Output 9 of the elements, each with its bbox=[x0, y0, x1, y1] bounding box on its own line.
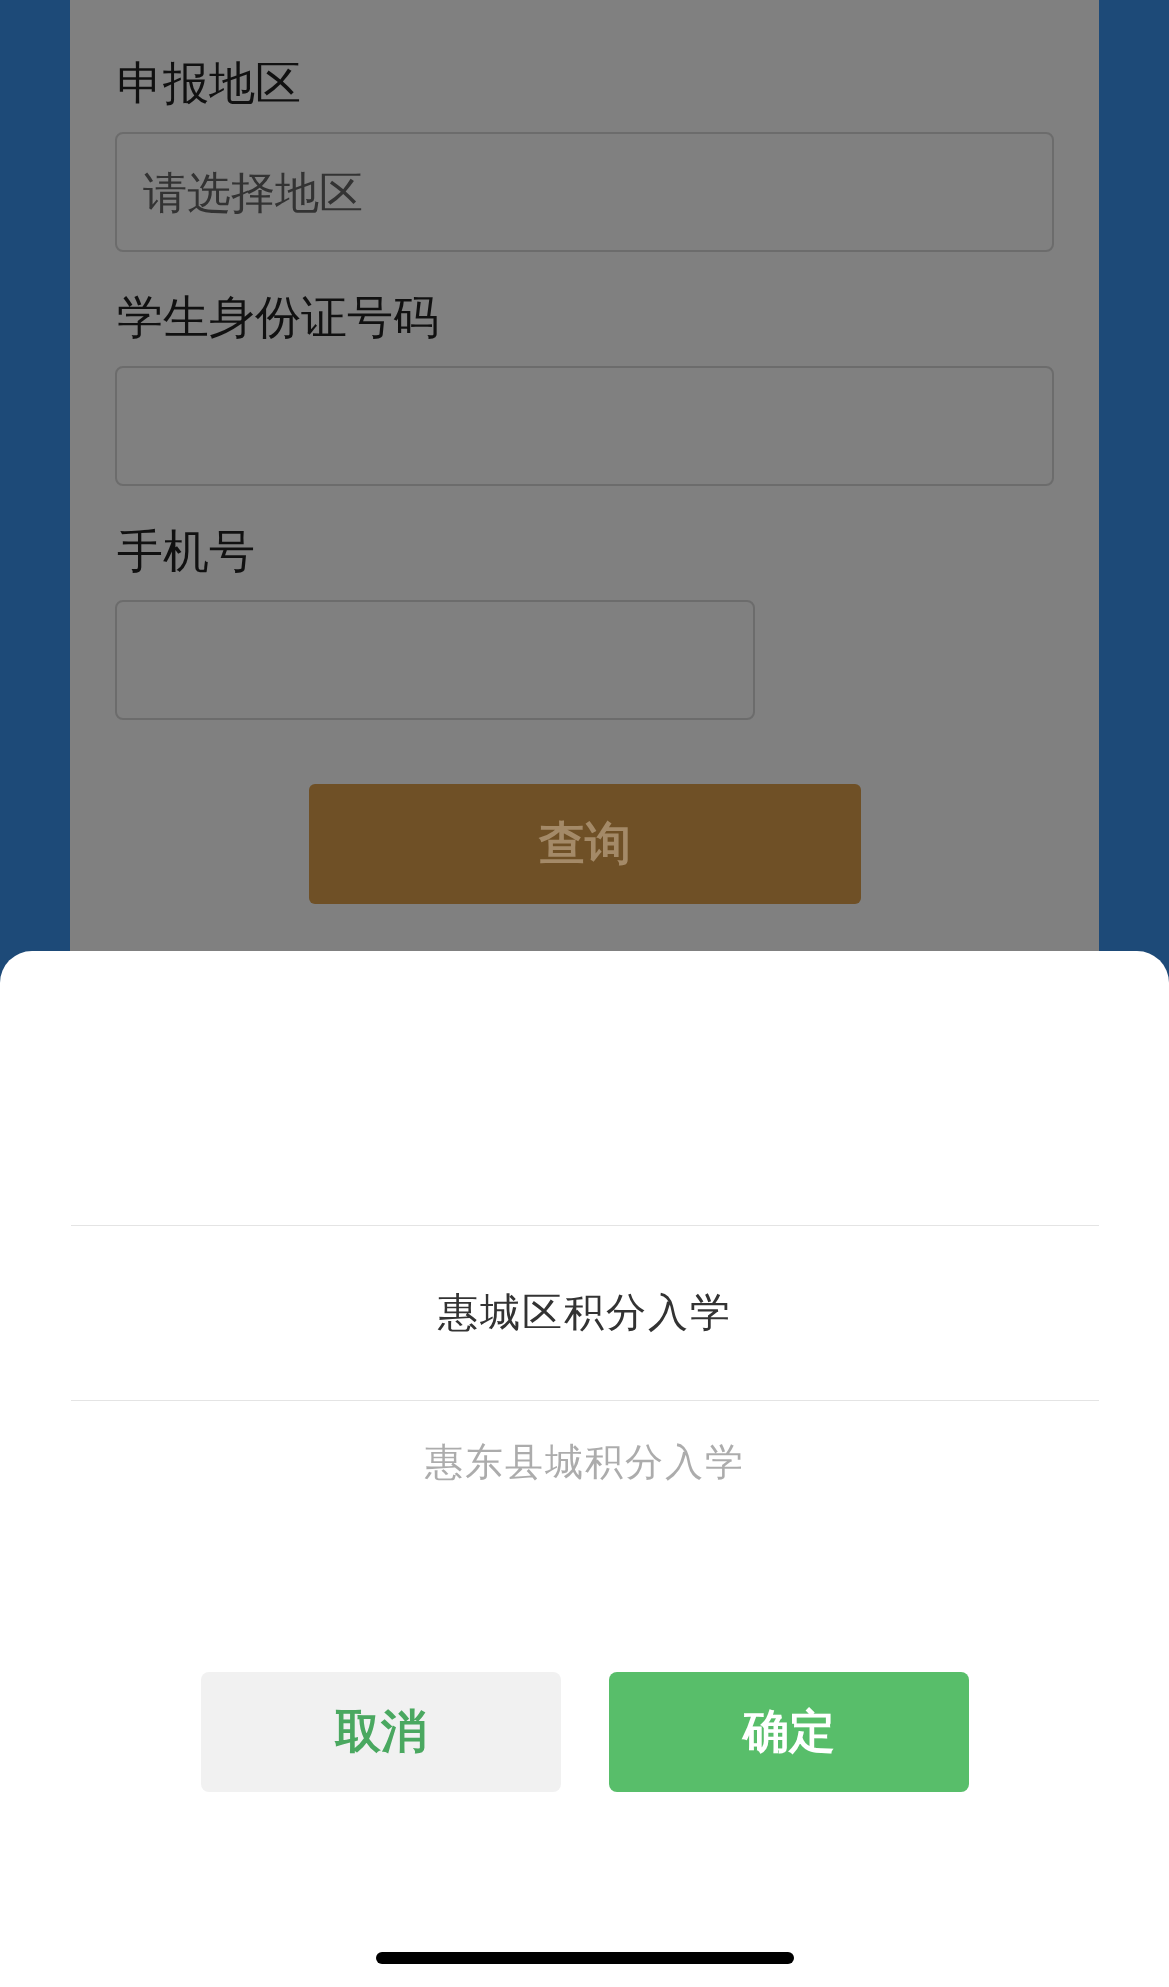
input-field[interactable]: 请选择地区 bbox=[115, 132, 1054, 252]
query-button[interactable]: 查询 bbox=[308, 784, 861, 904]
field-label: 学生身份证号码 bbox=[117, 289, 440, 346]
picker-option[interactable]: 惠东县城积分入学 bbox=[424, 1399, 745, 1525]
field-label: 申报地区 bbox=[117, 55, 302, 112]
cancel-button[interactable]: 取消 bbox=[200, 1672, 561, 1792]
confirm-button[interactable]: 确定 bbox=[608, 1672, 969, 1792]
picker-option[interactable]: 惠城区积分入学 bbox=[437, 1225, 732, 1399]
field-label: 手机号 bbox=[117, 523, 256, 580]
